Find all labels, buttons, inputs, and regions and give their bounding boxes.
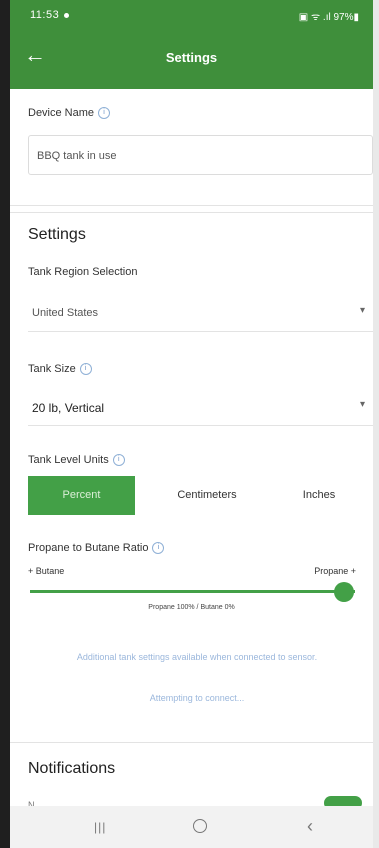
divider bbox=[10, 742, 373, 743]
device-name-input[interactable]: BBQ tank in use bbox=[28, 135, 373, 175]
page-title: Settings bbox=[165, 50, 218, 65]
notification-dot-icon bbox=[64, 12, 70, 18]
device-name-label: Device Name i bbox=[28, 107, 111, 120]
notifications-section-title: Notifications bbox=[28, 760, 116, 777]
chevron-down-icon: ▾ bbox=[359, 305, 365, 316]
app-bar: 11:53 ▣ ᯤ .ıl 97%▮ ← Settings bbox=[10, 0, 373, 89]
divider bbox=[10, 212, 373, 213]
info-icon[interactable]: i bbox=[152, 542, 165, 555]
recent-apps-icon[interactable]: ||| bbox=[94, 820, 106, 834]
device-frame-left bbox=[0, 0, 10, 848]
settings-section-title: Settings bbox=[28, 226, 86, 243]
connect-status: Attempting to connect... bbox=[149, 693, 245, 703]
unit-option-centimeters[interactable]: Centimeters bbox=[152, 476, 262, 515]
additional-settings-info: Additional tank settings available when … bbox=[76, 652, 318, 662]
tank-size-label: Tank Size i bbox=[28, 363, 92, 376]
tank-level-units-label: Tank Level Units i bbox=[28, 454, 125, 467]
propane-label: Propane + bbox=[314, 566, 356, 576]
ratio-readout: Propane 100% / Butane 0% bbox=[148, 604, 235, 611]
status-icons: ▣ ᯤ .ıl 97%▮ bbox=[298, 12, 359, 23]
ratio-slider-thumb[interactable] bbox=[334, 582, 354, 602]
tank-region-label: Tank Region Selection bbox=[28, 266, 138, 278]
chevron-down-icon: ▾ bbox=[359, 399, 365, 410]
tank-size-value: 20 lb, Vertical bbox=[32, 401, 105, 415]
device-frame-right bbox=[373, 0, 379, 848]
tank-region-select[interactable]: United States ▾ bbox=[28, 297, 373, 332]
tank-size-select[interactable]: 20 lb, Vertical ▾ bbox=[28, 391, 373, 426]
status-time: 11:53 bbox=[30, 9, 70, 21]
screen: 11:53 ▣ ᯤ .ıl 97%▮ ← Settings Device Nam… bbox=[10, 0, 373, 848]
info-icon[interactable]: i bbox=[98, 107, 111, 120]
tank-level-units-segmented-control: Percent Centimeters Inches bbox=[28, 476, 355, 515]
back-chevron-icon[interactable]: ‹ bbox=[307, 816, 313, 837]
info-icon[interactable]: i bbox=[112, 454, 125, 467]
unit-option-inches[interactable]: Inches bbox=[283, 476, 355, 515]
tank-region-value: United States bbox=[32, 307, 99, 319]
ratio-label: Propane to Butane Ratio i bbox=[28, 542, 165, 555]
unit-option-percent[interactable]: Percent bbox=[28, 476, 135, 515]
divider bbox=[10, 205, 373, 206]
home-icon[interactable] bbox=[193, 819, 207, 833]
info-icon[interactable]: i bbox=[79, 363, 92, 376]
ratio-slider-track[interactable] bbox=[30, 590, 355, 593]
butane-label: + Butane bbox=[28, 566, 65, 576]
system-nav-bar: ||| ‹ bbox=[10, 806, 373, 848]
